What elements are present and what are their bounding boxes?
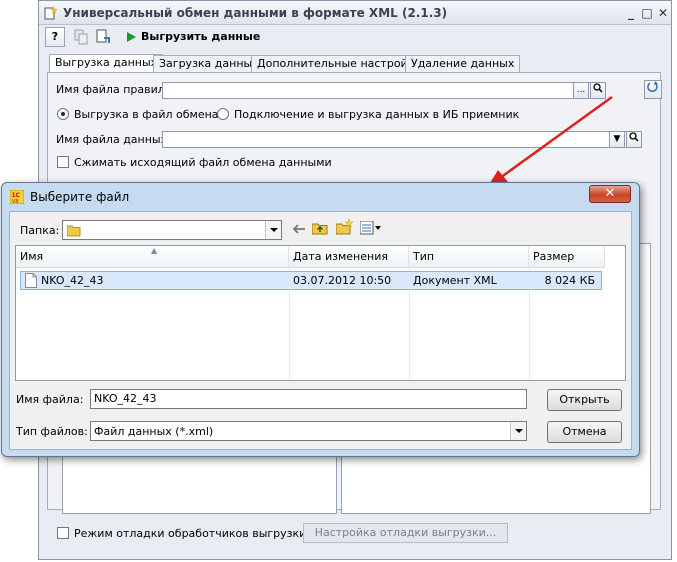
open-data-file-button[interactable] [626,131,642,148]
open-rules-button[interactable] [590,82,606,99]
main-window-title: Универсальный обмен данными в формате XM… [63,6,448,20]
file-name-cell: NKO_42_43 [41,274,104,287]
refresh-icon [647,81,658,93]
file-size-cell: 8 024 КБ [544,274,595,287]
play-icon [127,32,136,42]
refresh-file-icon[interactable] [95,29,111,45]
close-button[interactable]: ✕ [655,5,671,21]
compress-checkbox[interactable] [57,156,69,168]
rules-file-input[interactable]: ... [162,82,606,99]
magnifier-icon [593,83,603,93]
debug-mode-checkbox[interactable] [57,527,69,539]
dialog-title-bar: 1C V8 Выберите файл ✕ [2,183,639,211]
new-folder-icon[interactable] [336,219,353,235]
refresh-rules-button[interactable] [644,80,662,99]
magnifier-icon [629,132,639,142]
file-list[interactable]: Имя ▲ Дата изменения Тип Размер NKO_42_4… [15,245,626,381]
export-to-file-radio[interactable] [57,108,69,120]
dialog-title: Выберите файл [30,190,130,204]
view-menu-icon[interactable] [360,221,382,235]
file-row[interactable]: NKO_42_43 03.07.2012 10:50 Документ XML … [20,271,602,290]
file-type-dropdown-button[interactable] [510,422,526,440]
toolbar: ? Выгрузить данные [43,27,665,49]
cancel-button[interactable]: Отмена [547,421,622,443]
browse-rules-button[interactable]: ... [573,82,589,99]
column-header-size[interactable]: Размер [529,246,605,268]
tab-additional-settings[interactable]: Дополнительные настройки [251,55,428,73]
file-type-combo[interactable]: Файл данных (*.xml) [90,421,527,441]
data-file-input[interactable]: ▼ [162,131,642,148]
file-type-label: Тип файлов: [16,425,88,438]
column-header-type[interactable]: Тип [409,246,529,268]
svg-text:1C: 1C [12,192,21,199]
folder-label: Папка: [20,224,60,237]
main-title-bar: Универсальный обмен данными в формате XM… [39,1,671,25]
file-name-input[interactable]: NKO_42_43 [90,389,527,409]
tab-delete-data[interactable]: Удаление данных [405,55,521,73]
sort-ascending-icon: ▲ [151,246,158,255]
column-header-date[interactable]: Дата изменения [289,246,409,268]
1c-logo-icon: 1C V8 [10,190,24,204]
svg-text:V8: V8 [12,199,19,204]
file-type-cell: Документ XML [413,274,497,287]
rules-file-label: Имя файла правил: [56,83,169,96]
debug-settings-button[interactable]: Настройка отладки выгрузки... [303,523,508,543]
folder-icon [67,225,81,237]
file-name-label: Имя файла: [16,393,84,406]
connect-and-export-radio[interactable] [217,108,229,120]
data-file-label: Имя файла данных: [56,133,171,146]
copy-icon[interactable] [73,29,89,45]
file-date-cell: 03.07.2012 10:50 [293,274,392,287]
dialog-close-button[interactable]: ✕ [589,185,631,203]
maximize-button[interactable]: □ [639,5,655,21]
connect-and-export-label: Подключение и выгрузка данных в ИБ прием… [234,108,520,121]
column-header-name-label: Имя [20,250,44,263]
tab-export[interactable]: Выгрузка данных [49,54,164,73]
folder-combo[interactable] [62,220,282,240]
column-header-name[interactable]: Имя ▲ [16,246,289,268]
document-star-icon [44,6,58,20]
help-button[interactable]: ? [45,27,65,47]
open-button[interactable]: Открыть [547,389,622,411]
tab-import[interactable]: Загрузка данных [153,55,265,73]
export-to-file-label: Выгрузка в файл обмена [74,108,219,121]
compress-label: Сжимать исходящий файл обмена данными [74,156,332,169]
file-type-value: Файл данных (*.xml) [94,425,214,438]
back-arrow-icon[interactable] [292,223,306,235]
file-dialog: 1C V8 Выберите файл ✕ Папка: Имя ▲ Дата … [1,182,640,457]
up-folder-icon[interactable] [312,221,328,235]
data-file-dropdown[interactable]: ▼ [609,131,625,148]
folder-dropdown-button[interactable] [265,221,281,239]
dialog-body: Папка: Имя ▲ Дата изменения Тип Размер N… [9,211,632,450]
minimize-button[interactable]: _ [623,5,639,21]
debug-mode-label: Режим отладки обработчиков выгрузки [74,527,307,540]
xml-file-icon [25,273,37,288]
export-data-label: Выгрузить данные [141,30,261,43]
export-data-button[interactable]: Выгрузить данные [123,27,264,47]
